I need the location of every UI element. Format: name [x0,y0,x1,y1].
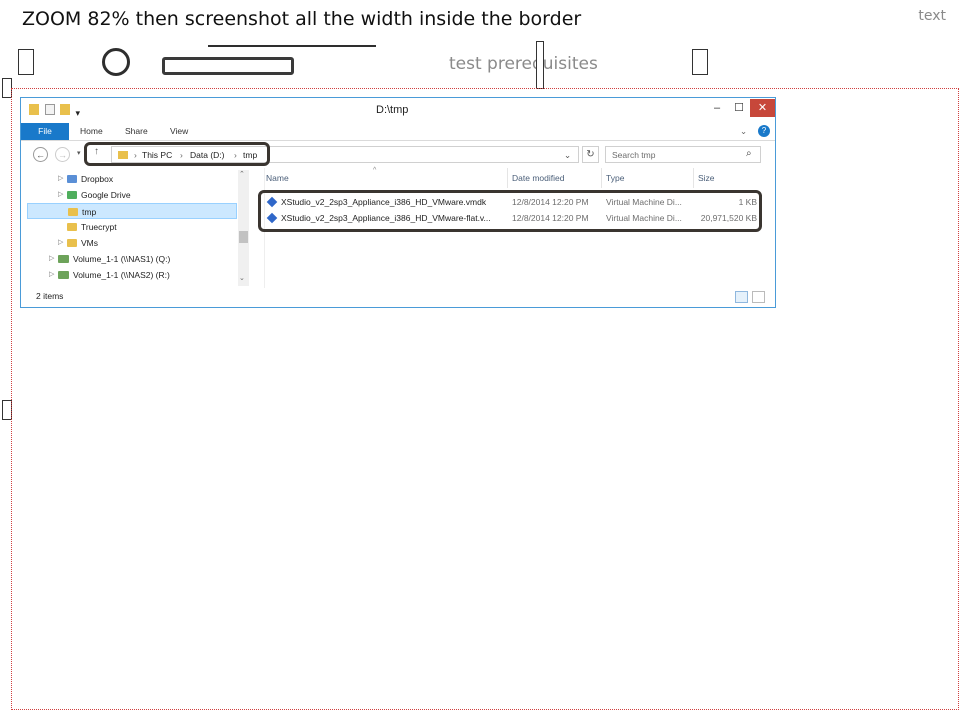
placeholder-glyph-top [536,41,544,89]
status-bar: 2 items [21,288,775,307]
nav-item-tmp[interactable]: tmp [27,203,237,219]
window-title: D:\tmp [376,104,409,116]
column-header-name[interactable]: Name [266,173,289,183]
properties-icon[interactable] [44,104,55,115]
address-highlight [84,142,270,166]
nav-item-dropbox[interactable]: ▷ Dropbox [21,171,236,187]
search-icon: ⌕ [746,148,752,159]
slide-title: ZOOM 82% then screenshot all the width i… [22,8,582,30]
column-header-size[interactable]: Size [698,173,715,183]
nav-scrollbar[interactable]: ⌃ ⌄ [238,170,249,286]
nav-item-volume-nas1[interactable]: ▷ Volume_1-1 (\\NAS1) (Q:) [21,251,236,267]
column-separator [601,168,602,188]
quick-access-toolbar: ▾ [29,104,89,119]
details-view-button[interactable] [735,291,748,303]
refresh-button[interactable]: ↻ [582,146,599,163]
corner-text: text [918,8,946,24]
circle-shape [102,48,130,76]
tab-home[interactable]: Home [80,126,103,136]
new-folder-icon[interactable] [60,104,71,115]
scrollbar-thumb[interactable] [239,231,248,243]
nav-item-truecrypt[interactable]: Truecrypt [21,219,236,235]
nav-item-label: Volume_1-1 (\\NAS1) (Q:) [73,254,171,264]
item-count: 2 items [36,291,64,301]
nav-item-volume-nas2[interactable]: ▷ Volume_1-1 (\\NAS2) (R:) [21,267,236,283]
nav-item-label: Dropbox [81,174,114,184]
nav-item-vms[interactable]: ▷ VMs [21,235,236,251]
line-shape [208,45,376,47]
column-separator [507,168,508,188]
rounded-rect-shape [162,57,294,75]
dropbox-icon [67,175,77,183]
ribbon-expand-icon[interactable]: ⌄ [740,126,747,137]
back-button[interactable]: ← [33,147,48,162]
nav-item-label: Volume_1-1 (\\NAS2) (R:) [73,270,170,280]
sort-arrow-icon: ^ [373,167,377,174]
recent-locations-icon[interactable]: ▾ [77,149,81,157]
expand-icon[interactable]: ▷ [49,267,54,283]
column-header-type[interactable]: Type [606,173,624,183]
maximize-button[interactable]: ☐ [728,99,750,117]
nav-item-label: Google Drive [81,190,131,200]
expand-icon[interactable]: ▷ [58,187,63,203]
forward-button[interactable]: → [55,147,70,162]
ribbon-tabs: File Home Share View ⌄ ? [21,123,775,141]
search-input[interactable]: Search tmp ⌕ [605,146,761,163]
navigation-pane: ▷ Dropbox ▷ Google Drive tmp Truecrypt ▷… [21,168,251,288]
network-drive-icon [58,271,69,279]
nav-item-label: VMs [81,238,98,248]
chevron-down-icon[interactable]: ▾ [76,104,82,119]
google-drive-icon [67,191,77,199]
placeholder-glyph-left [18,49,34,75]
help-icon[interactable]: ? [758,125,770,137]
nav-item-label: Truecrypt [81,222,117,232]
title-bar: ▾ D:\tmp – ☐ ✕ [21,98,775,123]
folder-icon [68,208,78,216]
tab-share[interactable]: Share [125,126,148,136]
close-button[interactable]: ✕ [750,99,775,117]
column-separator [693,168,694,188]
files-highlight [258,190,762,232]
folder-icon [67,239,77,247]
folder-icon [67,223,77,231]
network-drive-icon [58,255,69,263]
search-placeholder: Search tmp [612,150,656,160]
scroll-down-icon[interactable]: ⌄ [239,274,245,282]
tab-file[interactable]: File [21,123,69,140]
scroll-up-icon[interactable]: ⌃ [239,170,245,178]
expand-icon[interactable]: ▷ [58,171,63,187]
nav-item-google-drive[interactable]: ▷ Google Drive [21,187,236,203]
placeholder-glyph-right [692,49,708,75]
tab-view[interactable]: View [170,126,188,136]
column-header-date[interactable]: Date modified [512,173,564,183]
expand-icon[interactable]: ▷ [49,251,54,267]
large-icons-view-button[interactable] [752,291,765,303]
minimize-button[interactable]: – [706,99,728,117]
chevron-down-icon[interactable]: ⌄ [564,150,571,161]
expand-icon[interactable]: ▷ [58,235,63,251]
slide-subtitle: test prerequisites [449,54,598,74]
folder-icon[interactable] [29,104,39,115]
nav-item-label: tmp [82,207,97,217]
